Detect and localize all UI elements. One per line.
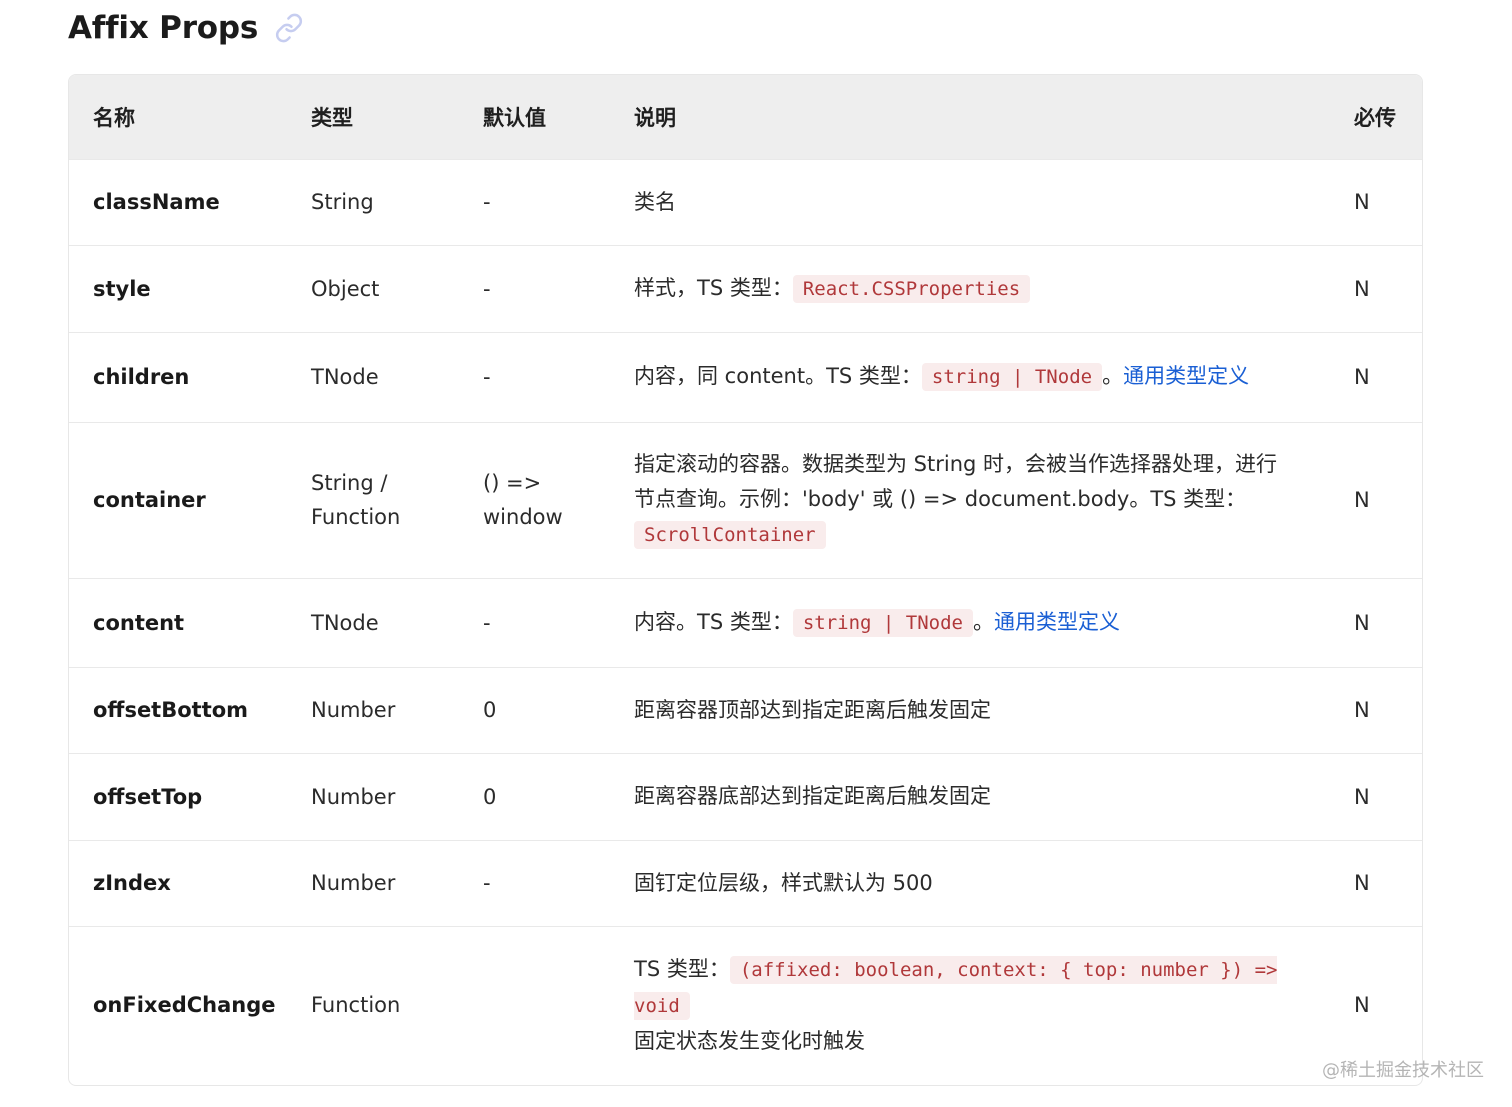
prop-desc: 内容，同 content。TS 类型： string | TNode 。通用类型定义 — [610, 332, 1330, 422]
prop-desc: 类名 — [634, 189, 676, 214]
type-line: Function — [311, 505, 401, 529]
header-desc: 说明 — [634, 105, 676, 130]
prop-default — [459, 926, 610, 1084]
prop-required: N — [1354, 276, 1370, 301]
prop-name: className — [93, 190, 220, 214]
desc-text: 内容，同 content。TS 类型： — [634, 364, 922, 388]
prop-required: N — [1354, 871, 1370, 895]
type-code: (affixed: boolean, context: { top: numbe… — [634, 955, 1278, 1020]
desc-text: 样式，TS 类型： — [634, 275, 793, 300]
prop-type: TNode — [311, 610, 379, 635]
prop-name: container — [93, 488, 206, 512]
prop-desc: 距离容器底部达到指定距离后触发固定 — [634, 784, 991, 808]
prop-name: zIndex — [93, 871, 171, 895]
table-row: onFixedChange Function TS 类型： (affixed: b… — [69, 926, 1422, 1084]
prop-desc: 固钉定位层级，样式默认为 500 — [634, 870, 933, 895]
prop-required: N — [1354, 365, 1370, 389]
desc-separator: 。 — [1102, 364, 1124, 388]
prop-required: N — [1354, 698, 1370, 722]
prop-required: N — [1354, 784, 1370, 809]
prop-name: onFixedChange — [93, 993, 276, 1018]
prop-default: () => window — [459, 422, 610, 578]
prop-type: Number — [311, 698, 396, 722]
prop-desc: 指定滚动的容器。数据类型为 String 时，会被当作选择器处理，进行节点查询。… — [610, 422, 1330, 578]
table-row: content TNode - 内容。TS 类型： string | TNode。… — [69, 578, 1422, 667]
prop-default: - — [483, 365, 491, 389]
prop-name: children — [93, 365, 190, 389]
prop-default: 0 — [483, 698, 497, 722]
prop-desc: 距离容器顶部达到指定距离后触发固定 — [634, 697, 991, 722]
watermark: @稀土掘金技术社区 — [1322, 1060, 1484, 1081]
header-default: 默认值 — [483, 105, 546, 130]
prop-name: style — [93, 276, 151, 301]
prop-name: offsetBottom — [93, 698, 249, 722]
type-code: string | TNode — [921, 363, 1103, 391]
prop-required: N — [1354, 190, 1370, 214]
header-required: 必传 — [1354, 105, 1396, 130]
prop-desc: TS 类型： (affixed: boolean, context: { top:… — [610, 926, 1330, 1084]
type-code: string | TNode — [792, 608, 973, 637]
table-row: offsetBottom Number 0 距离容器顶部达到指定距离后触发固定 … — [69, 667, 1422, 753]
prop-default: - — [483, 610, 491, 635]
table-header-row: 名称 类型 默认值 说明 必传 — [69, 75, 1422, 159]
prop-type: Object — [311, 276, 380, 301]
prop-type: Number — [311, 871, 396, 895]
table-row: zIndex Number - 固钉定位层级，样式默认为 500 N — [69, 840, 1422, 926]
common-type-link[interactable]: 通用类型定义 — [1123, 364, 1249, 388]
prop-name: content — [93, 610, 185, 635]
desc-separator: 。 — [973, 609, 994, 634]
link-icon[interactable] — [274, 13, 304, 43]
prop-type: String / Function — [287, 422, 459, 578]
page-header: Affix Props — [68, 6, 304, 50]
page-title: Affix Props — [68, 10, 259, 46]
header-type: 类型 — [311, 105, 353, 130]
desc-text: 指定滚动的容器。数据类型为 String 时，会被当作选择器处理，进行节点查询。… — [634, 452, 1278, 511]
table-row: offsetTop Number 0 距离容器底部达到指定距离后触发固定 N — [69, 753, 1422, 840]
desc-text: 内容。TS 类型： — [634, 609, 793, 634]
type-code: ScrollContainer — [634, 521, 826, 549]
table-row: style Object - 样式，TS 类型： React.CSSPropert… — [69, 245, 1422, 332]
prop-default: 0 — [483, 784, 497, 809]
table-row: container String / Function () => window 指… — [69, 422, 1422, 578]
prop-desc: 样式，TS 类型： React.CSSProperties — [610, 245, 1330, 332]
table-row: className String - 类名 N — [69, 159, 1422, 245]
default-line: () => — [483, 471, 542, 495]
prop-required: N — [1354, 488, 1370, 512]
header-name: 名称 — [93, 105, 135, 130]
common-type-link[interactable]: 通用类型定义 — [994, 610, 1120, 634]
table-row: children TNode - 内容，同 content。TS 类型： stri… — [69, 332, 1422, 422]
prop-type: Number — [311, 784, 396, 809]
desc-text: 固定状态发生变化时触发 — [634, 1028, 865, 1053]
desc-text: TS 类型： — [634, 956, 730, 981]
prop-required: N — [1354, 610, 1370, 635]
type-line: String / — [311, 471, 388, 495]
prop-desc: 内容。TS 类型： string | TNode 。通用类型定义 — [610, 578, 1330, 667]
prop-type: TNode — [311, 365, 379, 389]
prop-type: Function — [311, 993, 401, 1018]
prop-default: - — [483, 190, 491, 214]
props-table: 名称 类型 默认值 说明 必传 className String - 类名 N … — [68, 74, 1423, 1086]
default-line: window — [483, 505, 563, 529]
type-code: React.CSSProperties — [792, 274, 1031, 303]
prop-default: - — [483, 871, 491, 895]
prop-default: - — [483, 276, 491, 301]
prop-name: offsetTop — [93, 784, 203, 809]
prop-type: String — [311, 190, 374, 214]
